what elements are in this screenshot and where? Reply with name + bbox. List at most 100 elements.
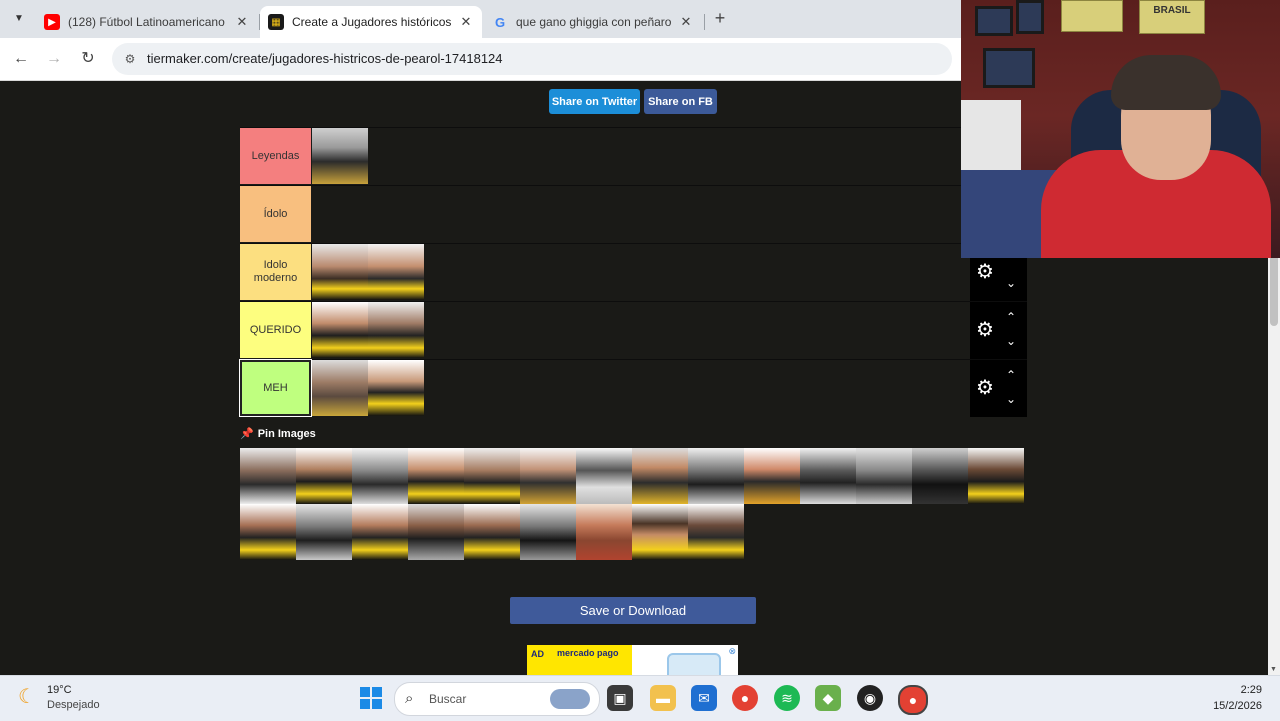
player-image[interactable] xyxy=(520,448,576,504)
player-image[interactable] xyxy=(296,448,352,504)
task-view-icon[interactable]: ▣ xyxy=(607,685,633,711)
chevron-down-icon[interactable]: ⌄ xyxy=(1004,334,1018,348)
player-image[interactable] xyxy=(688,504,744,560)
player-image[interactable] xyxy=(352,504,408,560)
player-image[interactable] xyxy=(352,448,408,504)
wall-frame xyxy=(983,48,1035,88)
tab-google[interactable]: G que gano ghiggia con peñarol ✕ xyxy=(484,6,702,38)
close-tab-icon[interactable]: ✕ xyxy=(234,14,250,30)
wall-poster xyxy=(1061,0,1123,32)
tier-items[interactable] xyxy=(312,302,424,358)
weather-temperature[interactable]: 19°C xyxy=(47,684,72,696)
chevron-up-icon[interactable]: ⌃ xyxy=(1004,368,1018,382)
tiermaker-icon: ▦ xyxy=(268,14,284,30)
close-tab-icon[interactable]: ✕ xyxy=(678,14,694,30)
new-tab-button[interactable]: + xyxy=(710,8,730,28)
spotify-icon[interactable]: ≋ xyxy=(774,685,800,711)
player-image[interactable] xyxy=(800,448,856,504)
ad-phone-image xyxy=(667,653,721,675)
reload-icon[interactable]: ↻ xyxy=(77,48,99,70)
player-image[interactable] xyxy=(520,504,576,560)
player-image[interactable] xyxy=(464,448,520,504)
outlook-icon[interactable]: ✉ xyxy=(691,685,717,711)
player-image[interactable] xyxy=(744,448,800,504)
tier-items[interactable] xyxy=(312,244,424,300)
player-image[interactable] xyxy=(632,504,688,560)
tier-row: QUERIDO ⚙ ⌃ ⌄ xyxy=(240,301,1027,359)
clock-date[interactable]: 15/2/2026 xyxy=(1213,700,1262,712)
ad-tag: AD xyxy=(531,649,544,659)
player-image[interactable] xyxy=(368,244,424,300)
tier-row: Idolo moderno ⚙ ⌃ ⌄ xyxy=(240,243,1027,301)
youtube-icon: ▶ xyxy=(44,14,60,30)
chevron-down-icon[interactable]: ⌄ xyxy=(1004,276,1018,290)
player-image[interactable] xyxy=(312,302,368,358)
bluestacks-icon[interactable]: ◆ xyxy=(815,685,841,711)
tier-row: Ídolo xyxy=(240,185,1027,243)
player-image[interactable] xyxy=(912,448,968,504)
search-placeholder: Buscar xyxy=(429,692,467,706)
person-hair xyxy=(1111,55,1221,110)
tier-label[interactable]: Ídolo xyxy=(240,186,311,242)
player-image[interactable] xyxy=(576,448,632,504)
tier-row: Leyendas xyxy=(240,127,1027,185)
player-image[interactable] xyxy=(968,448,1024,504)
taskbar-search[interactable]: ⌕ Buscar xyxy=(394,682,600,716)
player-image[interactable] xyxy=(408,448,464,504)
close-tab-icon[interactable]: ✕ xyxy=(458,14,474,30)
search-highlight-icon xyxy=(550,689,590,709)
site-info-icon[interactable]: ⚙ xyxy=(122,51,138,67)
tier-list: Leyendas Ídolo Idolo moderno ⚙ ⌃ ⌄ QUERI… xyxy=(240,127,1027,417)
pin-images-toggle[interactable]: 📌 Pin Images xyxy=(240,427,316,441)
pin-icon: 📌 xyxy=(240,428,254,440)
tier-label[interactable]: MEH xyxy=(240,360,311,416)
forward-arrow-icon[interactable]: → xyxy=(43,48,65,70)
player-image[interactable] xyxy=(312,244,368,300)
player-image[interactable] xyxy=(408,504,464,560)
player-image[interactable] xyxy=(368,302,424,358)
windows-start-icon[interactable] xyxy=(360,687,382,709)
file-explorer-icon[interactable]: ▬ xyxy=(650,685,676,711)
pillow xyxy=(961,100,1021,180)
ad-close-icon[interactable]: ⊗ xyxy=(728,646,736,657)
player-image[interactable] xyxy=(688,448,744,504)
player-image[interactable] xyxy=(312,128,368,184)
weather-description[interactable]: Despejado xyxy=(47,699,100,711)
player-image[interactable] xyxy=(576,504,632,560)
player-image[interactable] xyxy=(464,504,520,560)
gear-icon[interactable]: ⚙ xyxy=(974,377,996,399)
clock-time[interactable]: 2:29 xyxy=(1241,684,1262,696)
player-image[interactable] xyxy=(240,448,296,504)
ad-banner[interactable]: AD mercado pago ⊗ xyxy=(527,645,738,675)
moon-weather-icon[interactable]: ☾ xyxy=(18,686,40,708)
share-twitter-button[interactable]: Share on Twitter xyxy=(549,89,640,114)
chevron-up-icon[interactable]: ⌃ xyxy=(1004,310,1018,324)
back-arrow-icon[interactable]: ← xyxy=(10,48,32,70)
player-image[interactable] xyxy=(240,504,296,560)
scroll-down-icon[interactable]: ▼ xyxy=(1270,666,1277,673)
save-download-button[interactable]: Save or Download xyxy=(510,597,756,624)
share-fb-button[interactable]: Share on FB xyxy=(644,89,717,114)
address-bar[interactable]: ⚙ tiermaker.com/create/jugadores-histric… xyxy=(112,43,952,75)
tab-youtube[interactable]: ▶ (128) Fútbol Latinoamericano C ✕ xyxy=(36,6,258,38)
obs-icon[interactable]: ◉ xyxy=(857,685,883,711)
tier-items[interactable] xyxy=(312,128,368,184)
tab-title: que gano ghiggia con peñarol xyxy=(516,15,672,29)
tier-items[interactable] xyxy=(312,360,424,416)
gear-icon[interactable]: ⚙ xyxy=(974,261,996,283)
player-image[interactable] xyxy=(632,448,688,504)
player-image[interactable] xyxy=(312,360,368,416)
tab-tiermaker[interactable]: ▦ Create a Jugadores históricos d ✕ xyxy=(260,6,482,38)
tier-label[interactable]: Leyendas xyxy=(240,128,311,184)
tier-label[interactable]: Idolo moderno xyxy=(240,244,311,300)
player-image[interactable] xyxy=(856,448,912,504)
chrome-profile-icon[interactable]: ● xyxy=(898,685,928,715)
player-image[interactable] xyxy=(368,360,424,416)
chevron-down-icon[interactable]: ⌄ xyxy=(1004,392,1018,406)
player-image[interactable] xyxy=(296,504,352,560)
wall-frame xyxy=(975,6,1013,36)
gear-icon[interactable]: ⚙ xyxy=(974,319,996,341)
chrome-icon[interactable]: ● xyxy=(732,685,758,711)
tier-label[interactable]: QUERIDO xyxy=(240,302,311,358)
tab-search-dropdown-icon[interactable]: ▼ xyxy=(8,7,30,29)
